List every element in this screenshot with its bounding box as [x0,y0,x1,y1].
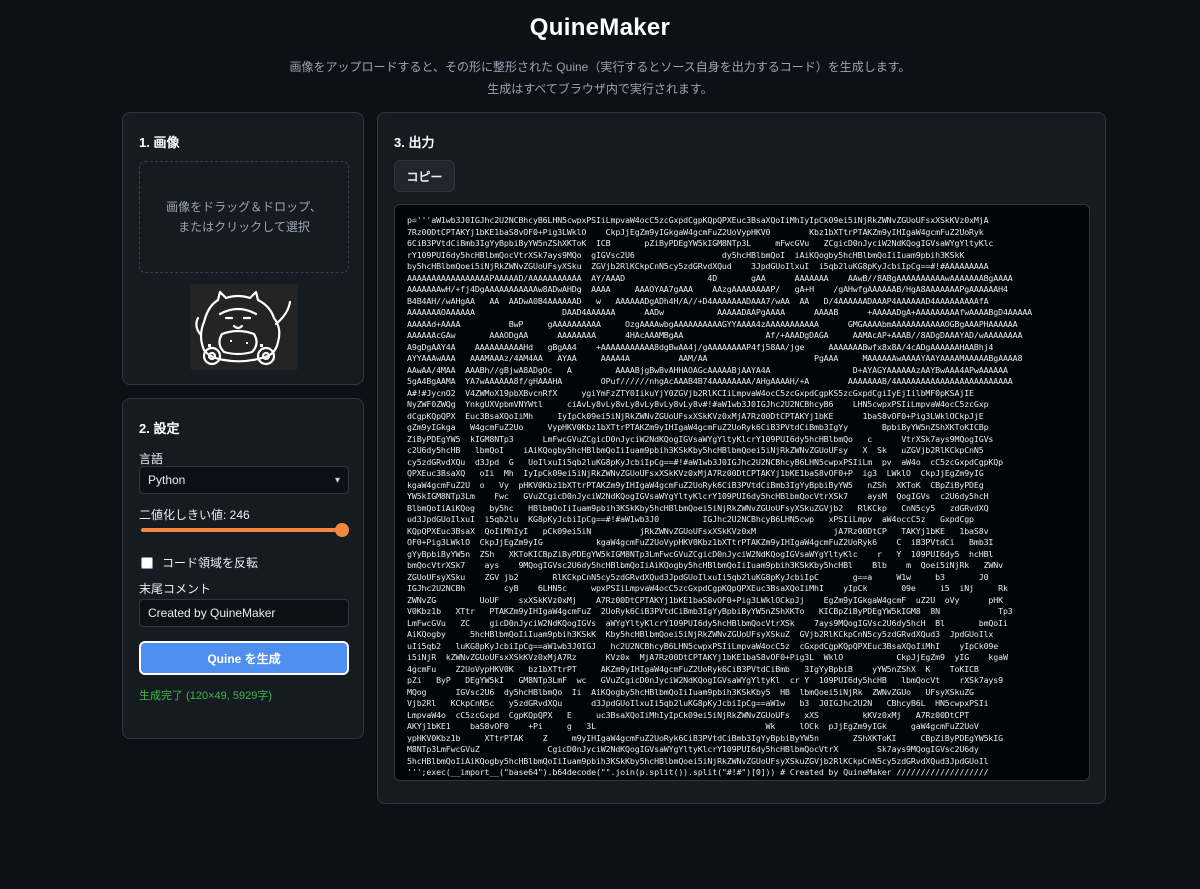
slider-fill [141,528,342,532]
snorlax-preview-image [190,284,298,370]
settings-panel: 2. 設定 言語 Python ▾ 二値化しきい値: 246 コード領域を反転 … [122,398,364,739]
invert-checkbox[interactable] [141,556,153,569]
chevron-down-icon: ▾ [334,474,340,486]
status-text: 生成完了 (120×49, 5929字) [139,690,272,702]
code-output-area[interactable]: p='''aW1wb3J0IGJhc2U2NCBhcyB6LHN5cwpxPSI… [394,204,1090,781]
threshold-label: 二値化しきい値: 246 [139,508,250,522]
image-preview [190,284,298,370]
page-header: QuineMaker 画像をアップロードすると、その形に整形された Quine（… [0,0,1200,100]
image-panel-title: 1. 画像 [139,135,180,150]
settings-panel-title: 2. 設定 [139,421,180,436]
output-panel-title: 3. 出力 [394,135,435,150]
invert-option[interactable]: コード領域を反転 [141,554,258,571]
subtitle-line-2: 生成はすべてブラウザ内で実行されます。 [487,82,713,96]
invert-checkbox-label: コード領域を反転 [162,556,259,570]
slider-thumb[interactable] [334,523,349,537]
copy-button[interactable]: コピー [394,160,455,192]
generate-quine-button[interactable]: Quine を生成 [139,641,349,675]
dropzone-text: 画像をドラッグ＆ドロップ、またはクリックして選択 [166,200,322,234]
comment-label: 末尾コメント [139,582,212,596]
image-panel: 1. 画像 画像をドラッグ＆ドロップ、またはクリックして選択 [122,112,364,385]
language-label: 言語 [139,452,164,466]
image-dropzone[interactable]: 画像をドラッグ＆ドロップ、またはクリックして選択 [139,161,349,273]
threshold-slider[interactable] [141,523,349,537]
app-title: QuineMaker [529,14,671,41]
output-panel: 3. 出力 コピー p='''aW1wb3J0IGJhc2U2NCBhcyB6L… [377,112,1106,804]
language-select-value: Python [148,473,186,487]
language-select[interactable]: Python ▾ [139,466,349,494]
subtitle-line-1: 画像をアップロードすると、その形に整形された Quine（実行するとソース自身を… [289,60,911,74]
comment-input[interactable] [139,599,349,627]
quine-code-text: p='''aW1wb3J0IGJhc2U2NCBhcyB6LHN5cwpxPSI… [407,215,1033,777]
